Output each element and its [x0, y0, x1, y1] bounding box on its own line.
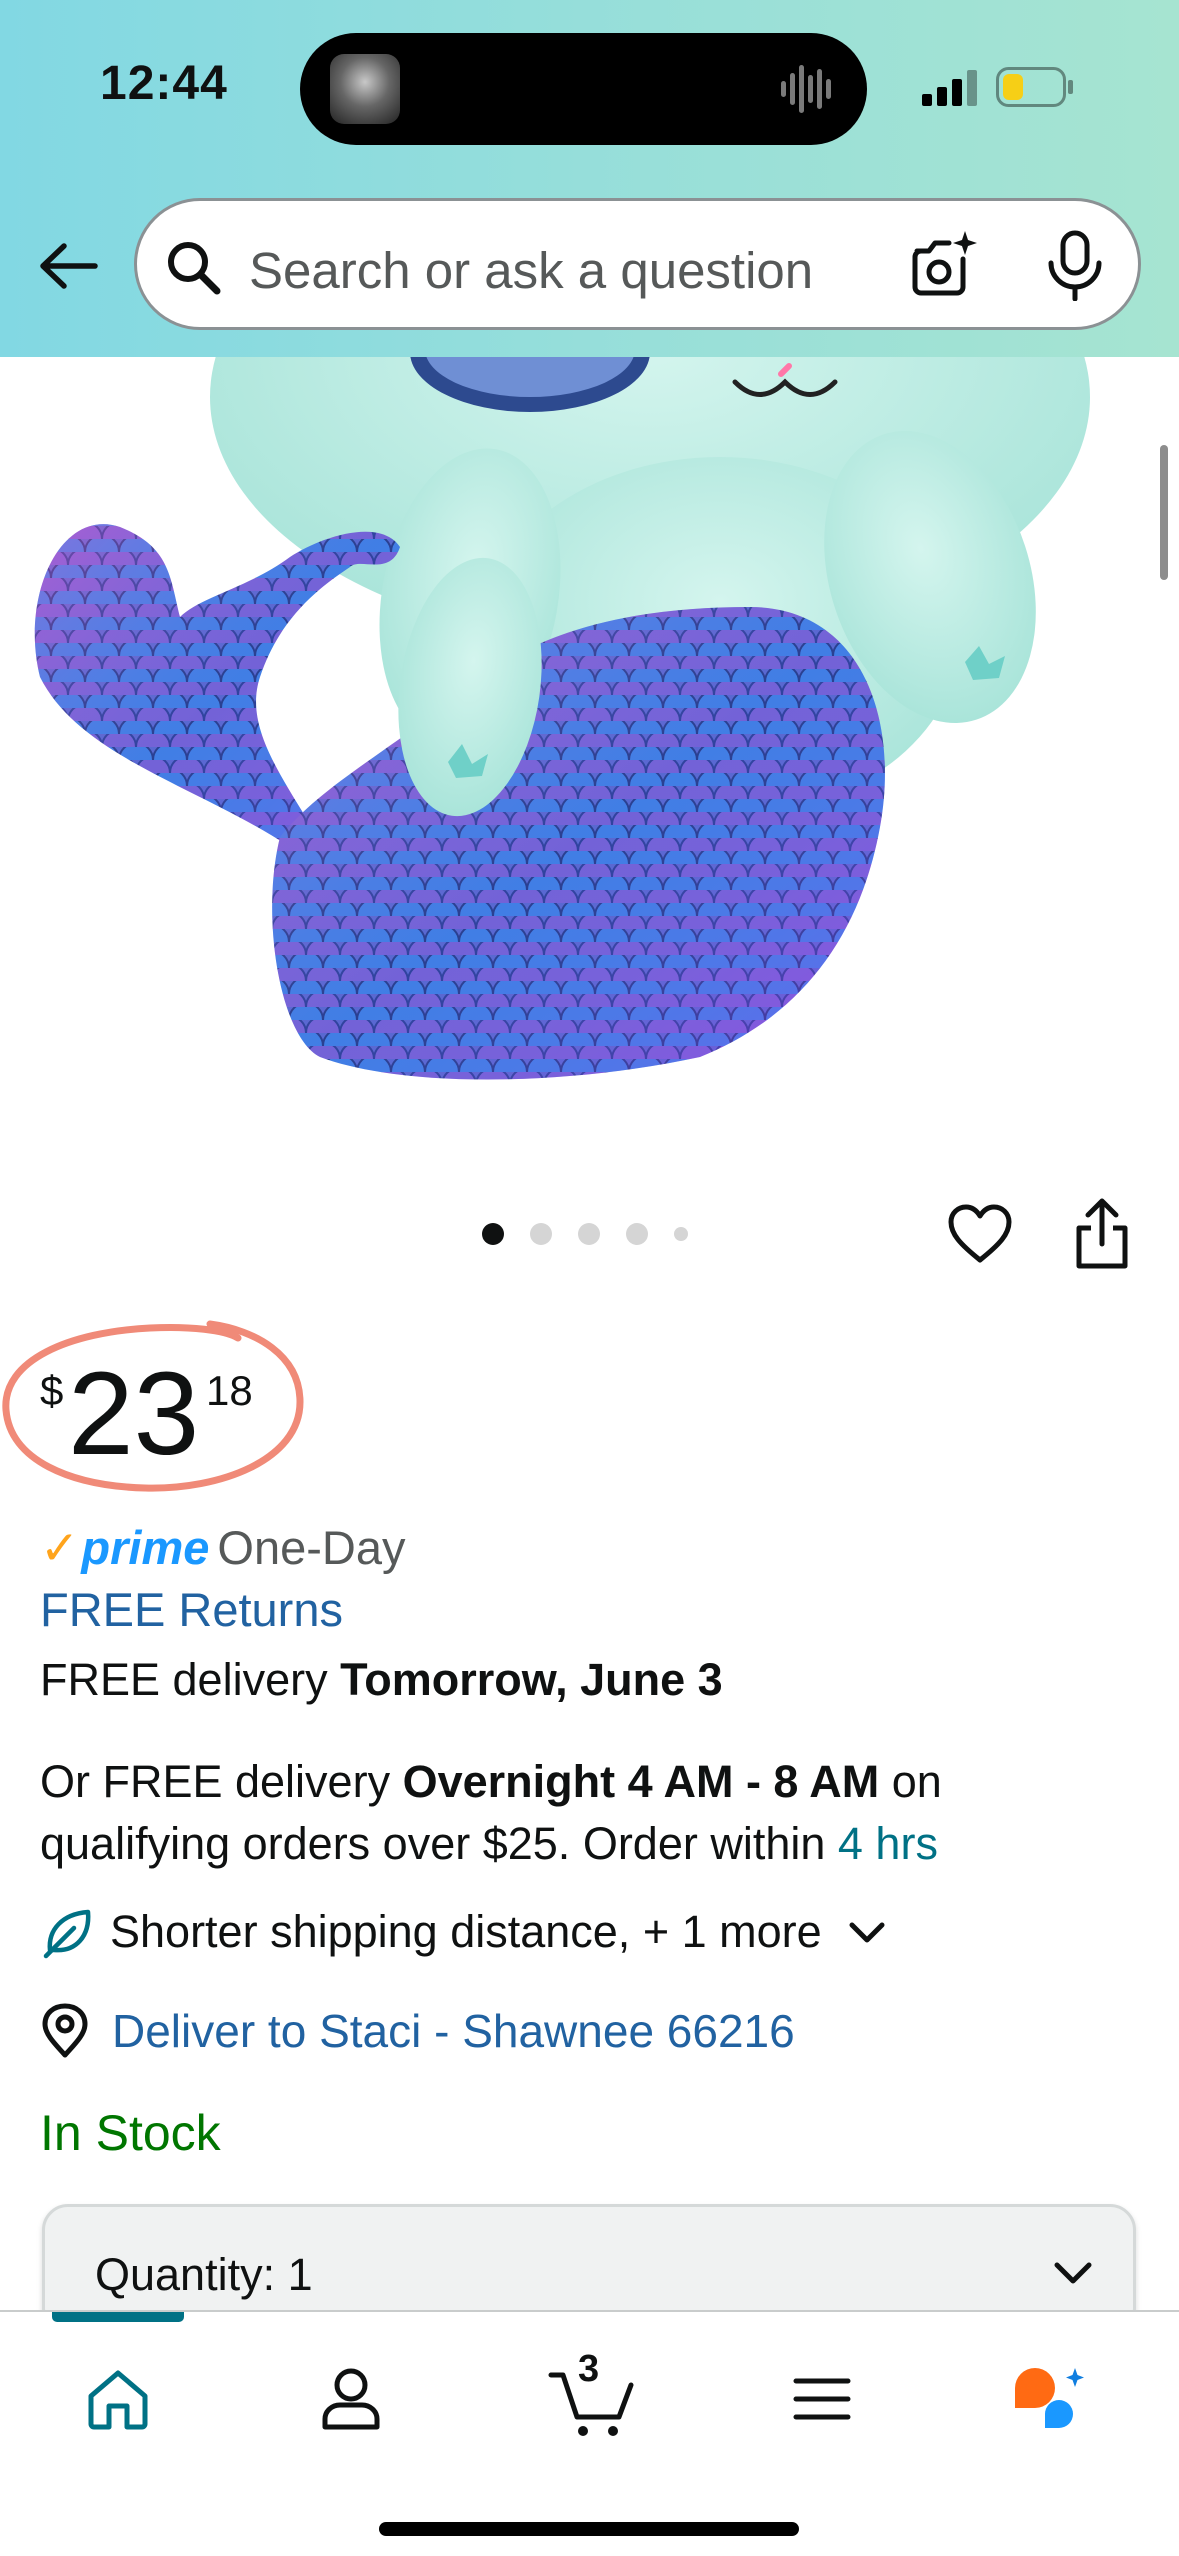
app-header: 12:44 Search or ask a question	[0, 0, 1179, 357]
now-playing-artwork	[330, 54, 400, 124]
price-fraction: 18	[206, 1367, 253, 1414]
deliver-to-location[interactable]: Deliver to Staci - Shawnee 66216	[40, 2003, 795, 2059]
pagination-dot[interactable]	[674, 1227, 688, 1241]
nav-rufus-assistant[interactable]	[1006, 2354, 1096, 2444]
audio-waveform-icon	[781, 65, 831, 113]
order-countdown: 4 hrs	[837, 1818, 938, 1869]
prime-one-day[interactable]: ✓ prime One-Day	[40, 1520, 405, 1576]
home-indicator[interactable]	[379, 2522, 799, 2536]
sustainability-features[interactable]: Shorter shipping distance, + 1 more	[40, 1904, 890, 1960]
chevron-down-icon	[1054, 2262, 1092, 2284]
status-time: 12:44	[100, 57, 228, 110]
pagination-dot[interactable]	[578, 1223, 600, 1245]
nav-cart[interactable]: 3	[542, 2348, 642, 2444]
share-icon[interactable]	[1073, 1198, 1131, 1270]
stock-status: In Stock	[40, 2105, 221, 2161]
free-returns-link[interactable]: FREE Returns	[40, 1582, 343, 1637]
leaf-icon	[43, 1909, 91, 1959]
overnight-delivery-offer: Or FREE delivery Overnight 4 AM - 8 AM o…	[40, 1756, 942, 1869]
chevron-down-icon	[849, 1922, 885, 1943]
nav-account[interactable]	[306, 2354, 396, 2444]
nav-home[interactable]	[73, 2354, 163, 2444]
heart-icon[interactable]	[946, 1202, 1014, 1266]
cart-count: 3	[578, 2348, 600, 2390]
pagination-dot-active[interactable]	[482, 1223, 504, 1245]
prime-check-icon: ✓	[40, 1521, 80, 1574]
active-tab-indicator	[52, 2312, 184, 2322]
scroll-indicator[interactable]	[1160, 445, 1168, 580]
back-arrow-icon	[40, 243, 98, 289]
search-bar[interactable]: Search or ask a question	[134, 198, 1141, 330]
rufus-assistant-icon	[1015, 2368, 1084, 2428]
sustainability-label: Shorter shipping distance, + 1 more	[110, 1906, 822, 1957]
cellular-signal-icon	[922, 70, 977, 106]
menu-icon	[793, 2378, 851, 2420]
mic-icon[interactable]	[1043, 229, 1107, 301]
overnight-window: Overnight 4 AM - 8 AM	[402, 1756, 880, 1807]
delivery-date: Tomorrow, June 3	[340, 1654, 723, 1705]
deliver-to-link[interactable]: Deliver to Staci - Shawnee 66216	[112, 2004, 795, 2058]
prime-one-day-label: One-Day	[217, 1521, 406, 1574]
pagination-dot[interactable]	[626, 1223, 648, 1245]
pagination-dot[interactable]	[530, 1223, 552, 1245]
dynamic-island[interactable]	[300, 33, 867, 145]
account-icon	[322, 2368, 380, 2430]
product-image-gallery[interactable]	[0, 357, 1179, 1177]
quantity-value: 1	[287, 2249, 313, 2300]
back-button[interactable]	[30, 228, 106, 304]
camera-search-icon[interactable]	[907, 229, 979, 301]
price-whole: 23	[68, 1348, 200, 1480]
delivery-estimate: FREE delivery Tomorrow, June 3	[40, 1654, 723, 1705]
search-input[interactable]: Search or ask a question	[249, 241, 813, 300]
location-pin-icon	[42, 2003, 88, 2058]
product-photo-plush-mermaid	[34, 357, 1090, 1080]
battery-icon	[996, 67, 1073, 107]
prime-logo: ✓ prime	[40, 1521, 210, 1574]
quantity-label: Quantity: 1	[95, 2249, 313, 2300]
home-icon	[88, 2370, 148, 2430]
search-icon	[168, 242, 221, 295]
image-pagination-dots[interactable]	[482, 1223, 688, 1245]
nav-menu[interactable]	[777, 2354, 867, 2444]
price-symbol: $	[40, 1367, 64, 1414]
bottom-navigation-bar: 3	[0, 2310, 1179, 2556]
